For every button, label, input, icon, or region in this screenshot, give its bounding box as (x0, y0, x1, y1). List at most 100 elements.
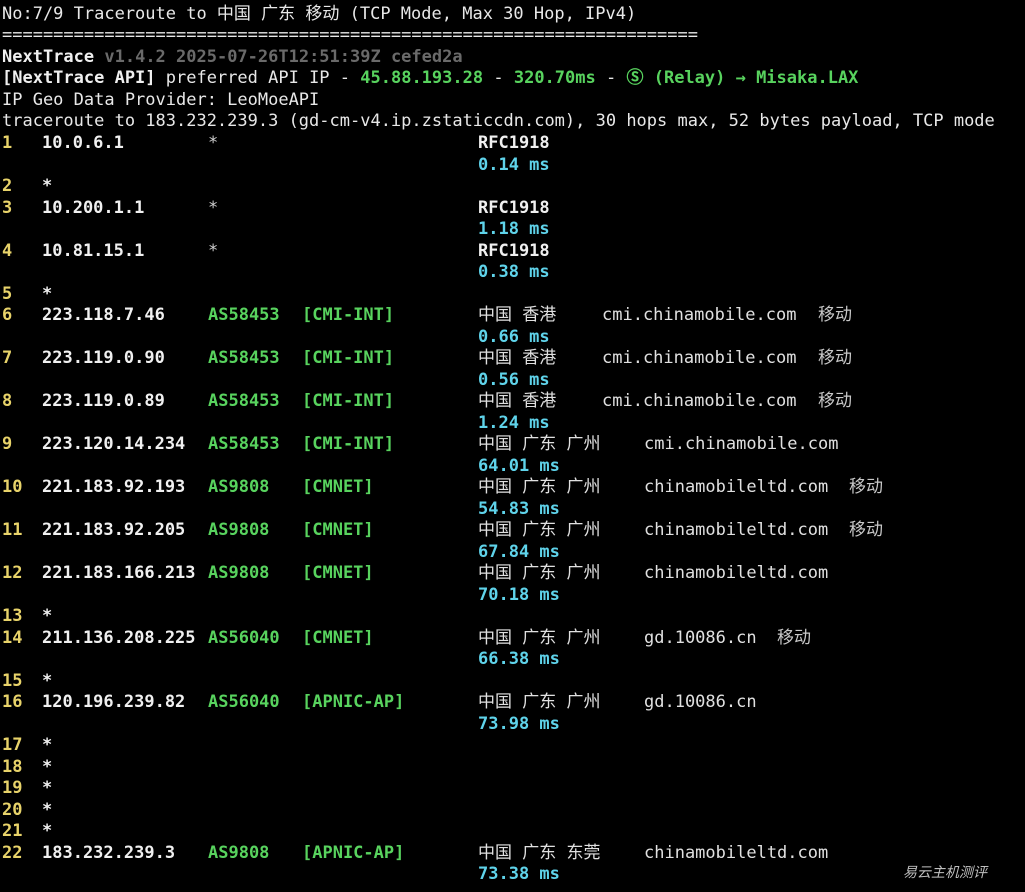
hop-ip: 221.183.92.193 (42, 477, 186, 497)
watermark: 易云主机测评 (903, 865, 987, 881)
hop-latency: 1.24 ms (478, 412, 550, 433)
hop-asn: AS58453 (208, 348, 280, 368)
api-prefix: [NextTrace API] (2, 68, 156, 88)
hop-number: 3 (2, 197, 13, 218)
hop-number: 14 (2, 627, 23, 648)
hop-timeout: * (42, 176, 53, 196)
hop-latency: 66.38 ms (478, 649, 560, 669)
api-latency: 320.70ms (513, 68, 596, 88)
hop-geo: RFC1918 (478, 240, 550, 261)
hop-number: 11 (2, 520, 23, 540)
hop-asn: AS56040 (208, 627, 280, 648)
hop-ip: 223.120.14.234 (42, 434, 186, 454)
hop-row: 4 10.81.15.1 * RFC1918 (0, 241, 1025, 262)
hop-latency: 67.84 ms (478, 541, 560, 562)
api-relay: Ⓢ (Relay) → Misaka.LAX (626, 68, 859, 88)
hop-timeout: * (42, 799, 53, 820)
hop-isp: 移动 (818, 305, 852, 325)
hop-latency: 0.38 ms (478, 262, 550, 282)
api-line: [NextTrace API] preferred API IP - 45.88… (2, 68, 858, 89)
hop-latency: 0.14 ms (478, 154, 550, 175)
hop-ip: 223.118.7.46 (42, 305, 165, 325)
geo-provider-line: IP Geo Data Provider: LeoMoeAPI (2, 90, 320, 110)
hop-asn: AS58453 (208, 391, 280, 411)
hop-timeout: * (42, 756, 53, 777)
hop-asn: AS9808 (208, 563, 270, 583)
hop-number: 20 (2, 799, 23, 820)
hop-latency: 70.18 ms (478, 584, 560, 605)
hop-network-tag: [APNIC-AP] (302, 692, 405, 712)
hop-row: 6 223.118.7.46 AS58453 [CMI-INT] 中国 香港 cmi.ch… (0, 305, 1025, 326)
hop-ip: 10.0.6.1 (42, 133, 124, 153)
hop-asn: AS9808 (208, 520, 270, 540)
hop-number: 2 (2, 176, 13, 196)
hop-geo: RFC1918 (478, 197, 550, 218)
version-info: v1.4.2 2025-07-26T12:51:39Z cefed2a (104, 47, 463, 67)
hop-network-tag: [APNIC-AP] (302, 842, 405, 863)
traceroute-title: No:7/9 Traceroute to 中国 广东 移动 (TCP Mode,… (2, 4, 637, 24)
hop-hostname: chinamobileltd.com (644, 477, 829, 497)
hop-isp: 移动 (777, 627, 811, 648)
hop-latency-row: 54.83 ms (0, 499, 1025, 520)
hop-network-tag: [CMNET] (302, 627, 374, 648)
hop-ip: 211.136.208.225 (42, 627, 196, 648)
hop-asn: AS9808 (208, 842, 270, 863)
hop-row: 16 120.196.239.82 AS56040 [APNIC-AP] 中国 广东 广… (0, 692, 1025, 713)
hop-latency-row: 1.18 ms (0, 219, 1025, 240)
separator-line: ========================================… (2, 25, 698, 45)
hop-number: 12 (2, 563, 23, 583)
hop-number: 4 (2, 240, 13, 261)
hop-row: 15 * (0, 671, 1025, 692)
hop-number: 16 (2, 692, 23, 712)
hop-geo: 中国 广东 广州 (478, 520, 601, 540)
hop-number: 7 (2, 348, 13, 368)
hop-latency-row: 0.56 ms (0, 370, 1025, 391)
hop-network-tag: [CMNET] (302, 563, 374, 583)
hop-latency: 73.38 ms (478, 864, 560, 884)
hop-number: 9 (2, 434, 13, 454)
hop-number: 8 (2, 391, 13, 411)
hop-ip: 10.81.15.1 (42, 240, 145, 261)
hop-row: 8 223.119.0.89 AS58453 [CMI-INT] 中国 香港 cmi.ch… (0, 391, 1025, 412)
hop-timeout: * (42, 670, 53, 691)
hop-network-tag: [CMNET] (302, 477, 374, 497)
hop-ip: 10.200.1.1 (42, 197, 145, 218)
hop-row: 9 223.120.14.234 AS58453 [CMI-INT] 中国 广东 广州 c… (0, 434, 1025, 455)
hop-ip: 183.232.239.3 (42, 842, 176, 863)
hop-hostname: chinamobileltd.com (644, 563, 829, 583)
hop-ip: 221.183.92.205 (42, 520, 186, 540)
hop-geo: 中国 香港 (478, 391, 557, 411)
hop-asn: AS56040 (208, 692, 280, 712)
api-ip: 45.88.193.28 (360, 68, 484, 88)
hop-number: 5 (2, 283, 13, 304)
hop-row: 14 211.136.208.225 AS56040 [CMNET] 中国 广东 广州 g… (0, 628, 1025, 649)
hop-latency: 73.98 ms (478, 713, 560, 734)
hop-latency-row: 70.18 ms (0, 585, 1025, 606)
hop-geo: 中国 广东 东莞 (478, 842, 601, 863)
hop-latency-row: 0.14 ms (0, 155, 1025, 176)
hop-as-unknown: * (208, 197, 219, 218)
hop-number: 18 (2, 756, 23, 777)
hop-asn: AS58453 (208, 305, 280, 325)
hop-latency: 64.01 ms (478, 455, 560, 476)
hop-geo: 中国 广东 广州 (478, 563, 601, 583)
hop-ip: 223.119.0.89 (42, 391, 165, 411)
hop-row: 7 223.119.0.90 AS58453 [CMI-INT] 中国 香港 cmi.ch… (0, 348, 1025, 369)
hop-network-tag: [CMNET] (302, 520, 374, 540)
hop-number: 22 (2, 842, 23, 863)
hop-number: 10 (2, 477, 23, 497)
hop-timeout: * (42, 735, 53, 755)
hop-latency: 1.18 ms (478, 219, 550, 239)
hop-as-unknown: * (208, 133, 219, 153)
api-text: preferred API IP - (165, 68, 351, 88)
api-dash-2: - (605, 68, 617, 88)
hop-row: 3 10.200.1.1 * RFC1918 (0, 198, 1025, 219)
hop-as-unknown: * (208, 240, 219, 261)
hop-hostname: cmi.chinamobile.com (602, 348, 797, 368)
hop-timeout: * (42, 606, 53, 626)
app-version-line: NextTrace v1.4.2 2025-07-26T12:51:39Z ce… (2, 47, 463, 68)
hop-timeout: * (42, 283, 53, 304)
hop-number: 13 (2, 606, 23, 626)
hop-row: 2 * (0, 176, 1025, 197)
hop-asn: AS58453 (208, 434, 280, 454)
